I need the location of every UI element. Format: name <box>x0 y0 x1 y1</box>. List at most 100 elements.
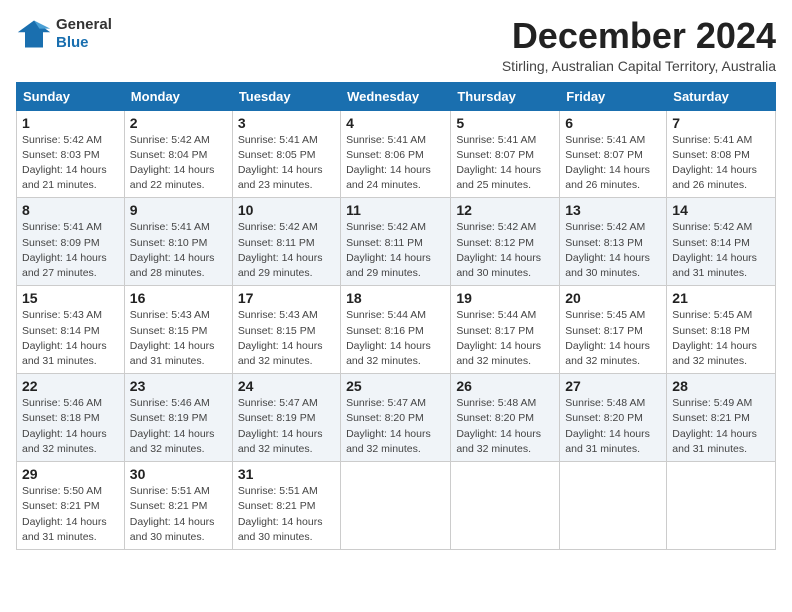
day-info: Sunrise: 5:45 AMSunset: 8:18 PMDaylight:… <box>672 308 770 369</box>
day-number: 24 <box>238 378 335 394</box>
calendar-week-3: 15 Sunrise: 5:43 AMSunset: 8:14 PMDaylig… <box>17 286 776 374</box>
day-number: 21 <box>672 290 770 306</box>
calendar-week-5: 29 Sunrise: 5:50 AMSunset: 8:21 PMDaylig… <box>17 462 776 550</box>
day-number: 15 <box>22 290 119 306</box>
day-info: Sunrise: 5:41 AMSunset: 8:09 PMDaylight:… <box>22 220 119 281</box>
weekday-sunday: Sunday <box>17 82 125 110</box>
day-info: Sunrise: 5:42 AMSunset: 8:04 PMDaylight:… <box>130 133 227 194</box>
calendar-cell: 25 Sunrise: 5:47 AMSunset: 8:20 PMDaylig… <box>341 374 451 462</box>
day-number: 23 <box>130 378 227 394</box>
day-number: 27 <box>565 378 661 394</box>
calendar-cell: 23 Sunrise: 5:46 AMSunset: 8:19 PMDaylig… <box>124 374 232 462</box>
day-info: Sunrise: 5:50 AMSunset: 8:21 PMDaylight:… <box>22 484 119 545</box>
calendar-body: 1 Sunrise: 5:42 AMSunset: 8:03 PMDayligh… <box>17 110 776 549</box>
day-number: 11 <box>346 202 445 218</box>
day-info: Sunrise: 5:41 AMSunset: 8:07 PMDaylight:… <box>565 133 661 194</box>
calendar-cell: 19 Sunrise: 5:44 AMSunset: 8:17 PMDaylig… <box>451 286 560 374</box>
day-info: Sunrise: 5:48 AMSunset: 8:20 PMDaylight:… <box>565 396 661 457</box>
calendar-week-2: 8 Sunrise: 5:41 AMSunset: 8:09 PMDayligh… <box>17 198 776 286</box>
calendar-week-4: 22 Sunrise: 5:46 AMSunset: 8:18 PMDaylig… <box>17 374 776 462</box>
calendar-cell <box>667 462 776 550</box>
calendar-cell: 6 Sunrise: 5:41 AMSunset: 8:07 PMDayligh… <box>560 110 667 198</box>
day-number: 6 <box>565 115 661 131</box>
day-info: Sunrise: 5:43 AMSunset: 8:15 PMDaylight:… <box>130 308 227 369</box>
calendar-cell: 3 Sunrise: 5:41 AMSunset: 8:05 PMDayligh… <box>232 110 340 198</box>
day-number: 16 <box>130 290 227 306</box>
day-number: 4 <box>346 115 445 131</box>
weekday-wednesday: Wednesday <box>341 82 451 110</box>
logo: General Blue <box>16 16 112 52</box>
day-number: 18 <box>346 290 445 306</box>
calendar-cell: 8 Sunrise: 5:41 AMSunset: 8:09 PMDayligh… <box>17 198 125 286</box>
calendar-cell <box>560 462 667 550</box>
calendar-cell: 9 Sunrise: 5:41 AMSunset: 8:10 PMDayligh… <box>124 198 232 286</box>
calendar-cell: 16 Sunrise: 5:43 AMSunset: 8:15 PMDaylig… <box>124 286 232 374</box>
day-number: 19 <box>456 290 554 306</box>
day-info: Sunrise: 5:45 AMSunset: 8:17 PMDaylight:… <box>565 308 661 369</box>
weekday-header-row: SundayMondayTuesdayWednesdayThursdayFrid… <box>17 82 776 110</box>
calendar-cell: 27 Sunrise: 5:48 AMSunset: 8:20 PMDaylig… <box>560 374 667 462</box>
day-info: Sunrise: 5:43 AMSunset: 8:14 PMDaylight:… <box>22 308 119 369</box>
calendar-table: SundayMondayTuesdayWednesdayThursdayFrid… <box>16 82 776 550</box>
title-area: December 2024 Stirling, Australian Capit… <box>502 16 776 74</box>
calendar-cell: 4 Sunrise: 5:41 AMSunset: 8:06 PMDayligh… <box>341 110 451 198</box>
page-header: General Blue December 2024 Stirling, Aus… <box>16 16 776 74</box>
day-info: Sunrise: 5:47 AMSunset: 8:19 PMDaylight:… <box>238 396 335 457</box>
day-info: Sunrise: 5:44 AMSunset: 8:17 PMDaylight:… <box>456 308 554 369</box>
day-info: Sunrise: 5:42 AMSunset: 8:03 PMDaylight:… <box>22 133 119 194</box>
day-info: Sunrise: 5:51 AMSunset: 8:21 PMDaylight:… <box>238 484 335 545</box>
day-number: 30 <box>130 466 227 482</box>
day-number: 12 <box>456 202 554 218</box>
day-number: 14 <box>672 202 770 218</box>
calendar-cell: 17 Sunrise: 5:43 AMSunset: 8:15 PMDaylig… <box>232 286 340 374</box>
calendar-cell: 2 Sunrise: 5:42 AMSunset: 8:04 PMDayligh… <box>124 110 232 198</box>
day-number: 26 <box>456 378 554 394</box>
weekday-monday: Monday <box>124 82 232 110</box>
day-info: Sunrise: 5:42 AMSunset: 8:11 PMDaylight:… <box>346 220 445 281</box>
calendar-cell: 21 Sunrise: 5:45 AMSunset: 8:18 PMDaylig… <box>667 286 776 374</box>
calendar-cell: 18 Sunrise: 5:44 AMSunset: 8:16 PMDaylig… <box>341 286 451 374</box>
calendar-cell: 7 Sunrise: 5:41 AMSunset: 8:08 PMDayligh… <box>667 110 776 198</box>
weekday-friday: Friday <box>560 82 667 110</box>
day-info: Sunrise: 5:43 AMSunset: 8:15 PMDaylight:… <box>238 308 335 369</box>
day-number: 7 <box>672 115 770 131</box>
calendar-cell <box>451 462 560 550</box>
weekday-saturday: Saturday <box>667 82 776 110</box>
day-info: Sunrise: 5:41 AMSunset: 8:08 PMDaylight:… <box>672 133 770 194</box>
day-info: Sunrise: 5:51 AMSunset: 8:21 PMDaylight:… <box>130 484 227 545</box>
day-info: Sunrise: 5:47 AMSunset: 8:20 PMDaylight:… <box>346 396 445 457</box>
calendar-cell: 22 Sunrise: 5:46 AMSunset: 8:18 PMDaylig… <box>17 374 125 462</box>
day-info: Sunrise: 5:46 AMSunset: 8:18 PMDaylight:… <box>22 396 119 457</box>
day-number: 1 <box>22 115 119 131</box>
day-info: Sunrise: 5:41 AMSunset: 8:10 PMDaylight:… <box>130 220 227 281</box>
calendar-cell <box>341 462 451 550</box>
day-info: Sunrise: 5:48 AMSunset: 8:20 PMDaylight:… <box>456 396 554 457</box>
calendar-cell: 10 Sunrise: 5:42 AMSunset: 8:11 PMDaylig… <box>232 198 340 286</box>
day-number: 5 <box>456 115 554 131</box>
weekday-tuesday: Tuesday <box>232 82 340 110</box>
day-info: Sunrise: 5:42 AMSunset: 8:11 PMDaylight:… <box>238 220 335 281</box>
calendar-week-1: 1 Sunrise: 5:42 AMSunset: 8:03 PMDayligh… <box>17 110 776 198</box>
month-title: December 2024 <box>502 16 776 56</box>
calendar-cell: 30 Sunrise: 5:51 AMSunset: 8:21 PMDaylig… <box>124 462 232 550</box>
day-info: Sunrise: 5:41 AMSunset: 8:05 PMDaylight:… <box>238 133 335 194</box>
location-title: Stirling, Australian Capital Territory, … <box>502 58 776 74</box>
calendar-cell: 13 Sunrise: 5:42 AMSunset: 8:13 PMDaylig… <box>560 198 667 286</box>
calendar-cell: 12 Sunrise: 5:42 AMSunset: 8:12 PMDaylig… <box>451 198 560 286</box>
logo-text: General Blue <box>56 16 112 52</box>
day-info: Sunrise: 5:46 AMSunset: 8:19 PMDaylight:… <box>130 396 227 457</box>
day-info: Sunrise: 5:42 AMSunset: 8:14 PMDaylight:… <box>672 220 770 281</box>
day-number: 28 <box>672 378 770 394</box>
calendar-cell: 31 Sunrise: 5:51 AMSunset: 8:21 PMDaylig… <box>232 462 340 550</box>
day-number: 22 <box>22 378 119 394</box>
calendar-cell: 26 Sunrise: 5:48 AMSunset: 8:20 PMDaylig… <box>451 374 560 462</box>
weekday-thursday: Thursday <box>451 82 560 110</box>
day-info: Sunrise: 5:49 AMSunset: 8:21 PMDaylight:… <box>672 396 770 457</box>
day-number: 10 <box>238 202 335 218</box>
day-number: 25 <box>346 378 445 394</box>
calendar-cell: 29 Sunrise: 5:50 AMSunset: 8:21 PMDaylig… <box>17 462 125 550</box>
calendar-cell: 5 Sunrise: 5:41 AMSunset: 8:07 PMDayligh… <box>451 110 560 198</box>
day-number: 13 <box>565 202 661 218</box>
day-number: 9 <box>130 202 227 218</box>
calendar-cell: 1 Sunrise: 5:42 AMSunset: 8:03 PMDayligh… <box>17 110 125 198</box>
